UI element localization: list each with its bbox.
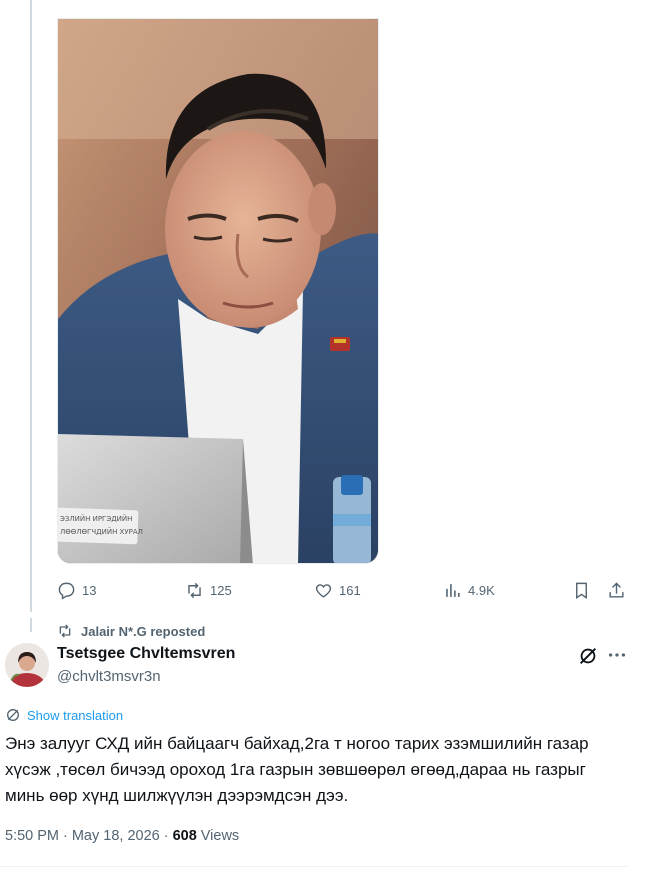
repost-count: 125 (210, 582, 232, 598)
repost-icon (188, 582, 201, 598)
reply-count: 13 (82, 582, 97, 598)
post-photo[interactable]: ЭЗЛИЙН ИРГЭДИЙН ЛӨӨЛӨГЧДИЙН ХУРАЛ (57, 18, 379, 564)
tweet-views-label: Views (200, 828, 240, 844)
thread-line (30, 0, 32, 612)
more-icon (608, 653, 626, 657)
views-count: 4.9K (468, 582, 495, 598)
author-handle[interactable]: @chvlt3msvr3n (57, 668, 161, 685)
repost-button[interactable]: 125 (185, 578, 232, 602)
reply-button[interactable]: 13 (57, 578, 96, 602)
share-icon (609, 581, 624, 598)
views-icon (446, 583, 460, 597)
author-name[interactable]: Tsetsgee Chvltemsvren (57, 645, 235, 663)
tweet-time[interactable]: 5:50 PM (5, 828, 59, 844)
tweet-meta: 5:50 PM · May 18, 2026 · 608 Views (5, 828, 239, 844)
tweet-date[interactable]: May 18, 2026 (72, 828, 160, 844)
translate-icon (7, 709, 19, 721)
repost-banner[interactable]: Jalair N*.G reposted (57, 622, 205, 640)
bookmark-button[interactable] (572, 578, 591, 602)
sign-line-2: ЛӨӨЛӨГЧДИЙН ХУРАЛ (60, 527, 143, 536)
share-button[interactable] (607, 578, 626, 602)
show-translation-label[interactable]: Show translation (27, 708, 123, 723)
tweet-text: Энэ залууг СХД ийн байцаагч байхад,2га т… (5, 734, 589, 805)
like-icon (315, 583, 332, 598)
sign-line-1: ЭЗЛИЙН ИРГЭДИЙН (60, 514, 132, 523)
more-options-button[interactable] (606, 644, 628, 666)
divider (0, 866, 628, 867)
like-count: 161 (339, 582, 361, 598)
views-button[interactable]: 4.9K (443, 578, 495, 602)
thread-line-lower (30, 618, 32, 632)
like-button[interactable]: 161 (314, 578, 361, 602)
avatar-image (5, 643, 49, 687)
grok-button[interactable] (577, 645, 599, 667)
tweet-views-count: 608 (172, 828, 197, 844)
photo-image: ЭЗЛИЙН ИРГЭДИЙН ЛӨӨЛӨГЧДИЙН ХУРАЛ (58, 19, 378, 563)
bookmark-icon (576, 582, 587, 599)
reply-icon (58, 582, 75, 600)
grok-icon (579, 647, 597, 665)
repost-icon (59, 624, 71, 638)
avatar[interactable] (5, 643, 49, 687)
show-translation-link[interactable]: Show translation (5, 707, 123, 723)
meta-separator: · (63, 828, 68, 844)
meta-separator: · (163, 828, 169, 844)
repost-banner-text: Jalair N*.G reposted (81, 623, 206, 639)
post-actions-bar: 13 125 161 4.9K (57, 578, 632, 602)
